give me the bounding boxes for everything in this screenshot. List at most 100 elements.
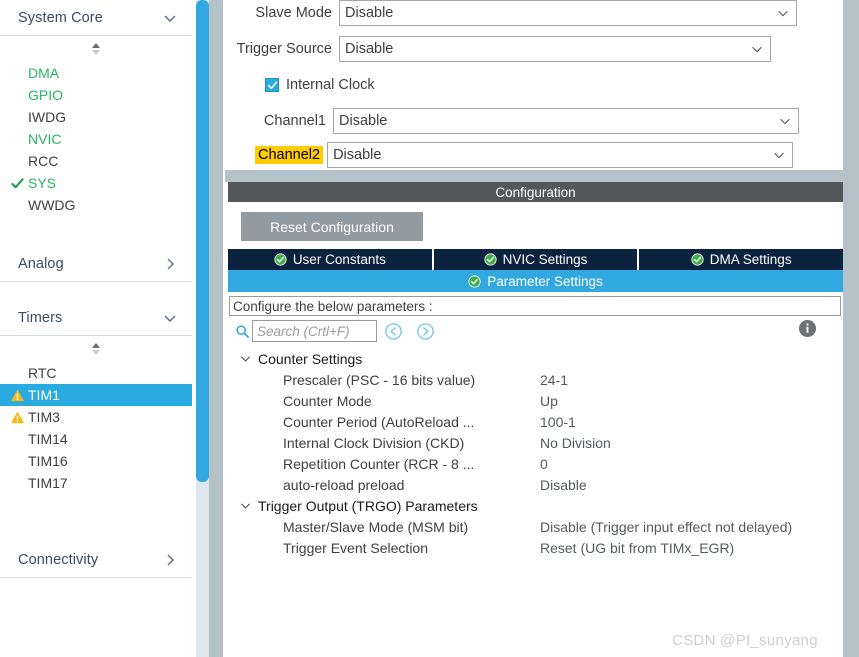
sidebar-item-label: TIM17 (28, 475, 68, 491)
chevron-down-icon[interactable] (770, 6, 796, 20)
chevron-down-icon[interactable] (772, 114, 798, 128)
sidebar-item-rtc[interactable]: RTC (0, 362, 192, 384)
parameter-name: Repetition Counter (RCR - 8 ... (283, 455, 475, 472)
channel1-label: Channel1 (263, 113, 326, 129)
sidebar-item-sys[interactable]: SYS (0, 172, 192, 194)
sidebar-scrollbar-track[interactable] (196, 0, 209, 657)
parameter-row-trigger-event-selection[interactable]: Trigger Event Selection Reset (UG bit fr… (228, 537, 843, 558)
parameter-group-trigger-output[interactable]: Trigger Output (TRGO) Parameters (228, 495, 843, 516)
parameter-row-repetition-counter[interactable]: Repetition Counter (RCR - 8 ... 0 (228, 453, 843, 474)
parameter-name: Master/Slave Mode (MSM bit) (283, 518, 469, 535)
parameter-row-internal-clock-division[interactable]: Internal Clock Division (CKD) No Divisio… (228, 432, 843, 453)
sidebar-item-label: GPIO (28, 87, 64, 103)
sidebar-item-label: DMA (28, 65, 60, 81)
chevron-down-icon[interactable] (744, 42, 770, 56)
parameter-row-auto-reload-preload[interactable]: auto-reload preload Disable (228, 474, 843, 495)
check-circle-icon (274, 253, 287, 266)
parameter-value: 24-1 (540, 371, 569, 388)
parameter-name: Internal Clock Division (CKD) (283, 434, 465, 451)
parameter-group-counter-settings[interactable]: Counter Settings (228, 348, 843, 369)
sidebar-item-iwdg[interactable]: IWDG (0, 106, 192, 128)
check-circle-icon (484, 253, 497, 266)
component-sidebar: System Core DMA GPIO IWDG NVIC RCC SYS W… (0, 0, 192, 657)
circle-right-arrow-icon[interactable] (409, 322, 441, 341)
form-row-trigger-source: Trigger Source Disable (225, 36, 771, 62)
trigger-source-combobox[interactable]: Disable (339, 36, 771, 62)
reset-button-area: Reset Configuration (228, 202, 843, 249)
chevron-down-icon[interactable] (239, 352, 252, 365)
tab-parameter-settings[interactable]: Parameter Settings (228, 270, 843, 292)
sidebar-item-rcc[interactable]: RCC (0, 150, 192, 172)
parameter-row-counter-period[interactable]: Counter Period (AutoReload ... 100-1 (228, 411, 843, 432)
channel2-value: Disable (333, 147, 382, 163)
sidebar-scrollbar-thumb[interactable] (196, 0, 209, 482)
parameter-row-counter-mode[interactable]: Counter Mode Up (228, 390, 843, 411)
form-row-slave-mode: Slave Mode Disable (225, 0, 797, 26)
sidebar-item-label: NVIC (28, 131, 62, 147)
sidebar-category-label: Timers (18, 309, 63, 326)
channel1-combobox[interactable]: Disable (333, 108, 799, 134)
chevron-right-icon[interactable] (162, 256, 178, 272)
check-circle-icon (691, 253, 704, 266)
sidebar-item-tim3[interactable]: TIM3 (0, 406, 192, 428)
right-gutter (843, 0, 859, 657)
sidebar-item-nvic[interactable]: NVIC (0, 128, 192, 150)
check-circle-icon (468, 274, 481, 288)
info-icon[interactable] (798, 319, 817, 343)
sidebar-category-label: Connectivity (18, 551, 99, 568)
channel2-combobox[interactable]: Disable (327, 142, 794, 168)
parameter-name: Counter Mode (283, 392, 372, 409)
slave-mode-combobox[interactable]: Disable (339, 0, 797, 26)
tab-dma-settings[interactable]: DMA Settings (639, 249, 844, 270)
sidebar-category-analog[interactable]: Analog (0, 246, 192, 282)
sidebar-item-label: RTC (28, 365, 57, 381)
chevron-right-icon[interactable] (162, 552, 178, 568)
sidebar-item-tim14[interactable]: TIM14 (0, 428, 192, 450)
check-icon (9, 175, 25, 191)
sort-spinner-icon (92, 43, 100, 55)
parameter-value: Disable (540, 476, 587, 493)
sidebar-item-tim1[interactable]: TIM1 (0, 384, 192, 406)
parameter-row-prescaler[interactable]: Prescaler (PSC - 16 bits value) 24-1 (228, 369, 843, 390)
sidebar-category-connectivity[interactable]: Connectivity (0, 542, 192, 578)
parameter-value: 0 (540, 455, 548, 472)
parameter-row-master-slave-mode[interactable]: Master/Slave Mode (MSM bit) Disable (Tri… (228, 516, 843, 537)
sidebar-category-timers[interactable]: Timers (0, 300, 192, 336)
parameters-description-text: Configure the below parameters : (233, 298, 433, 314)
sidebar-scroll-spinner-system-core[interactable] (0, 36, 192, 62)
sidebar-category-system-core[interactable]: System Core (0, 0, 192, 36)
tab-user-constants[interactable]: User Constants (228, 249, 434, 270)
chevron-down-icon[interactable] (162, 10, 178, 26)
page-title: Configuration (495, 184, 576, 200)
chevron-down-icon[interactable] (162, 310, 178, 326)
chevron-down-icon[interactable] (239, 499, 252, 512)
trigger-source-value: Disable (345, 41, 394, 57)
sidebar-scroll-spinner-timers[interactable] (0, 336, 192, 362)
tab-nvic-settings[interactable]: NVIC Settings (433, 249, 640, 270)
form-row-internal-clock[interactable]: Internal Clock (265, 72, 375, 98)
channel2-label: Channel2 (255, 146, 324, 164)
sidebar-item-label: WWDG (28, 197, 76, 213)
sidebar-item-label: RCC (28, 153, 59, 169)
sidebar-item-gpio[interactable]: GPIO (0, 84, 192, 106)
panel-splitter[interactable] (225, 170, 859, 182)
parameter-name: auto-reload preload (283, 476, 405, 493)
reset-configuration-button[interactable]: Reset Configuration (241, 212, 423, 241)
chevron-down-icon[interactable] (766, 148, 792, 162)
sidebar-item-label: TIM3 (28, 409, 60, 425)
sidebar-item-dma[interactable]: DMA (0, 62, 192, 84)
search-input[interactable] (252, 320, 377, 342)
search-icon[interactable] (232, 324, 252, 339)
sidebar-category-label: System Core (18, 9, 103, 26)
sidebar-item-tim16[interactable]: TIM16 (0, 450, 192, 472)
parameter-search-bar (228, 316, 843, 346)
parameter-tree: Counter Settings Prescaler (PSC - 16 bit… (228, 346, 843, 558)
sidebar-item-tim17[interactable]: TIM17 (0, 472, 192, 494)
circle-left-arrow-icon[interactable] (377, 322, 409, 341)
internal-clock-checkbox[interactable] (265, 78, 279, 92)
sidebar-item-wwdg[interactable]: WWDG (0, 194, 192, 216)
sidebar-category-label: Analog (18, 255, 64, 272)
